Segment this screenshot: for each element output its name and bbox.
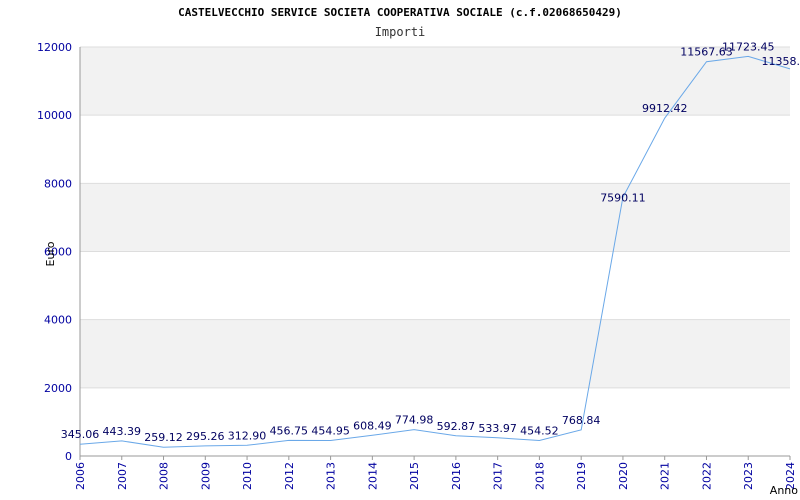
data-label: 345.06: [61, 428, 100, 441]
x-tick-label: 2018: [533, 462, 546, 490]
grid-band: [80, 183, 790, 252]
data-label: 11358.: [762, 55, 800, 68]
x-tick-label: 2020: [617, 462, 630, 490]
x-tick-label: 2014: [366, 462, 379, 490]
x-tick-label: 2015: [408, 462, 421, 490]
x-tick-label: 2007: [116, 462, 129, 490]
data-label: 312.90: [228, 429, 267, 442]
x-tick-label: 2012: [283, 462, 296, 490]
x-tick-label: 2017: [492, 462, 505, 490]
y-axis-label: Euro: [44, 241, 57, 266]
x-tick-label: 2010: [241, 462, 254, 490]
grid-band: [80, 387, 790, 456]
y-tick-label: 0: [65, 450, 72, 463]
x-tick-label: 2021: [659, 462, 672, 490]
x-tick-label: 2022: [700, 462, 713, 490]
data-label: 774.98: [395, 414, 434, 427]
y-tick-label: 4000: [44, 314, 72, 327]
y-tick-label: 2000: [44, 382, 72, 395]
x-tick-label: 2019: [575, 462, 588, 490]
data-label: 768.84: [562, 414, 601, 427]
y-tick-label: 12000: [37, 41, 72, 54]
x-tick-label: 2008: [158, 462, 171, 490]
x-tick-label: 2009: [199, 462, 212, 490]
y-tick-label: 10000: [37, 109, 72, 122]
x-tick-label: 2013: [325, 462, 338, 490]
line-chart: 020004000600080001000012000 2006 2007 2008…: [37, 40, 800, 497]
data-label: 454.95: [311, 424, 350, 437]
grid-band: [80, 319, 790, 388]
data-label: 9912.42: [642, 102, 688, 115]
data-label: 11723.45: [722, 40, 775, 53]
data-label: 592.87: [437, 420, 476, 433]
data-label: 443.39: [103, 425, 142, 438]
y-tick-label: 8000: [44, 177, 72, 190]
grid-band: [80, 251, 790, 320]
data-label: 295.26: [186, 430, 225, 443]
data-label: 608.49: [353, 419, 392, 432]
data-label: 456.75: [270, 424, 309, 437]
x-axis-label: Anno: [770, 484, 798, 497]
data-label: 259.12: [144, 431, 183, 444]
data-label: 7590.11: [600, 191, 646, 204]
data-label: 454.52: [520, 425, 559, 438]
grid-band: [80, 115, 790, 184]
data-label: 533.97: [478, 422, 517, 435]
x-tick-label: 2023: [742, 462, 755, 490]
x-tick-label: 2006: [74, 462, 87, 490]
x-tick-label: 2016: [450, 462, 463, 490]
